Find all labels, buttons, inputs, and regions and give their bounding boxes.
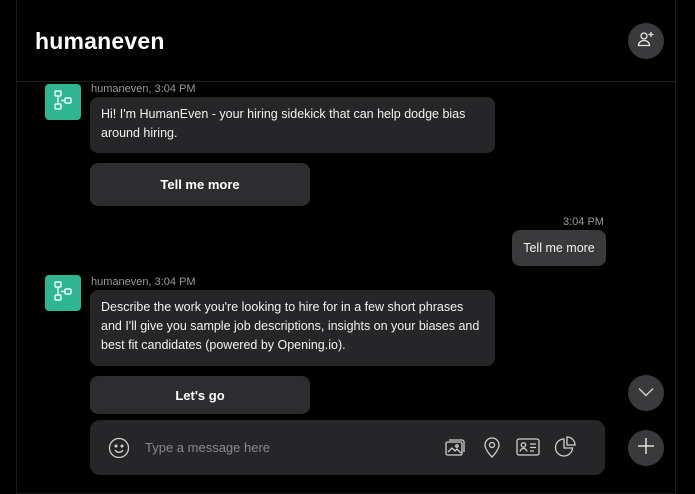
message-input[interactable] [145, 434, 425, 460]
add-attachment-button[interactable] [628, 430, 664, 466]
tell-me-more-button[interactable]: Tell me more [90, 163, 310, 206]
image-icon[interactable] [444, 435, 468, 459]
message-meta: humaneven, 3:04 PM [91, 276, 196, 288]
flow-icon [52, 89, 74, 116]
chat-title: humaneven [35, 28, 165, 54]
user-message: Tell me more [512, 230, 606, 266]
bot-message: Describe the work you're looking to hire… [90, 290, 495, 366]
message-composer [90, 420, 605, 475]
message-meta: humaneven, 3:04 PM [91, 83, 196, 95]
contact-card-icon[interactable] [516, 435, 540, 459]
lets-go-button[interactable]: Let's go [90, 376, 310, 414]
bot-avatar [45, 84, 81, 120]
smiley-icon[interactable] [108, 437, 130, 464]
chevron-down-icon [638, 384, 654, 402]
chat-window: humaneven humaneven, 3:04 PM Hi! I'm Hum… [16, 0, 677, 494]
plus-icon [637, 437, 655, 460]
flow-icon [52, 280, 74, 307]
add-user-icon [637, 30, 655, 53]
add-user-button[interactable] [628, 23, 664, 59]
scroll-down-button[interactable] [628, 375, 664, 411]
user-message-time: 3:04 PM [563, 216, 604, 228]
pie-chart-icon[interactable] [553, 435, 577, 459]
bot-message: Hi! I'm HumanEven - your hiring sidekick… [90, 97, 495, 153]
bot-avatar [45, 275, 81, 311]
chat-header: humaneven [17, 0, 677, 82]
location-pin-icon[interactable] [480, 435, 504, 459]
